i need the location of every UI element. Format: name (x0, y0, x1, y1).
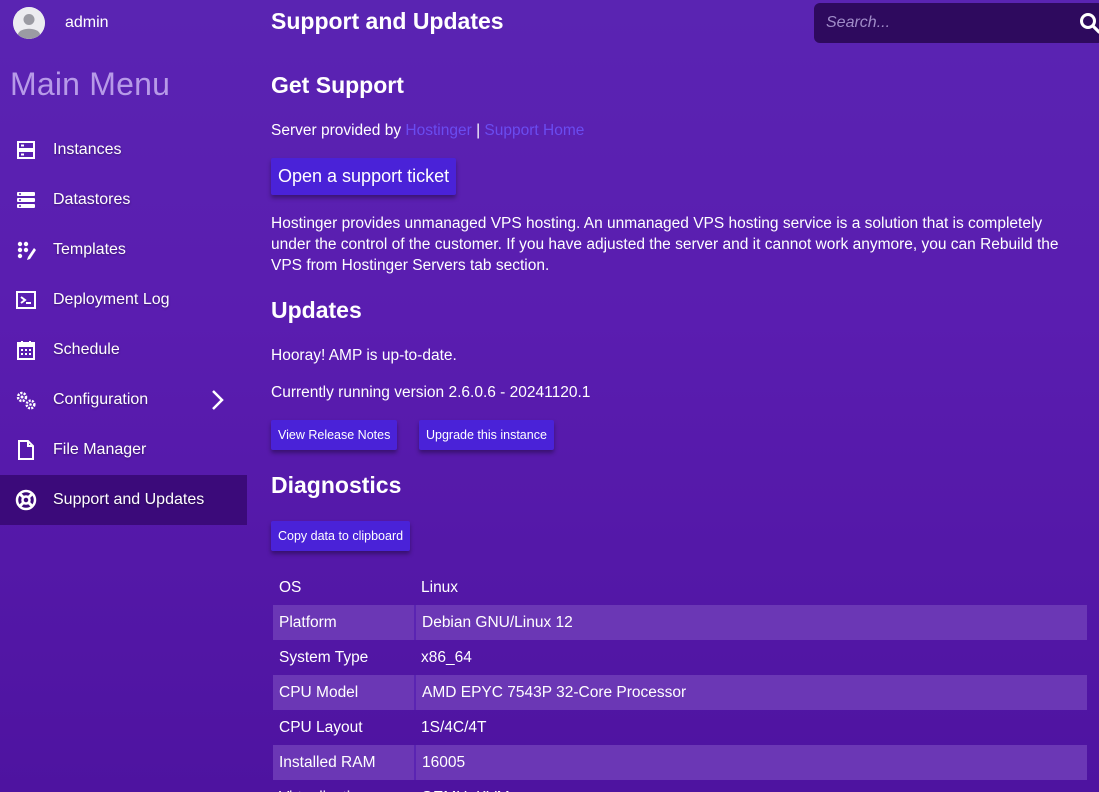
open-support-ticket-button[interactable]: Open a support ticket (271, 158, 457, 195)
diag-value: AMD EPYC 7543P 32-Core Processor (415, 675, 1087, 710)
user-avatar-icon (13, 7, 45, 39)
sidebar-item-label: Schedule (53, 341, 120, 358)
terminal-icon (15, 289, 37, 311)
diag-key: OS (279, 578, 302, 596)
calendar-icon (15, 339, 37, 361)
sidebar-item-label: Instances (53, 141, 122, 158)
sidebar-item-templates[interactable]: Templates (0, 225, 247, 275)
chevron-right-icon[interactable] (210, 389, 224, 416)
lifebuoy-icon (15, 489, 37, 511)
username: admin (65, 14, 109, 31)
table-row: System Type x86_64 (273, 640, 1087, 675)
table-row: Platform Debian GNU/Linux 12 (273, 605, 1087, 640)
sidebar-item-support-and-updates[interactable]: Support and Updates (0, 475, 247, 525)
diag-value: QEMU_KVM (415, 780, 1087, 792)
table-row: CPU Model AMD EPYC 7543P 32-Core Process… (273, 675, 1087, 710)
search-input[interactable] (826, 12, 1066, 34)
diag-key: Platform (273, 605, 416, 640)
table-row: Installed RAM 16005 (273, 745, 1087, 780)
diagnostics-heading: Diagnostics (271, 472, 402, 498)
server-provided-line: Server provided by Hostinger | Support H… (271, 120, 584, 141)
search-box (814, 3, 1099, 43)
diag-key: CPU Model (273, 675, 416, 710)
update-status: Hooray! AMP is up-to-date. (271, 347, 457, 364)
diag-value: 16005 (415, 745, 1087, 780)
version-info: Currently running version 2.6.0.6 - 2024… (271, 384, 591, 401)
hostinger-link[interactable]: Hostinger (405, 122, 471, 139)
provided-by-label: Server provided by (271, 122, 402, 139)
server-icon (15, 139, 37, 161)
sidebar-item-deployment-log[interactable]: Deployment Log (0, 275, 247, 325)
sidebar-item-schedule[interactable]: Schedule (0, 325, 247, 375)
sidebar-item-label: Support and Updates (53, 491, 205, 508)
updates-heading: Updates (271, 297, 362, 323)
user-info[interactable]: admin (13, 6, 109, 40)
sidebar-item-instances[interactable]: Instances (0, 125, 247, 175)
sidebar-item-label: Configuration (53, 391, 149, 408)
page-title: Support and Updates (271, 8, 504, 34)
sidebar: admin Main Menu Instances Datastores Tem… (0, 0, 247, 792)
diag-value: 1S/4C/4T (421, 718, 487, 736)
sidebar-item-label: Templates (53, 241, 126, 258)
database-icon (15, 189, 37, 211)
diag-key: CPU Layout (279, 718, 363, 736)
diag-key: System Type (279, 648, 369, 666)
diag-value: x86_64 (421, 648, 472, 666)
gears-icon (15, 389, 37, 411)
support-home-link[interactable]: Support Home (484, 122, 584, 139)
sidebar-item-configuration[interactable]: Configuration (0, 375, 247, 425)
diagnostics-table: OS Linux Platform Debian GNU/Linux 12 Sy… (273, 570, 1087, 792)
search-icon[interactable] (1079, 12, 1099, 39)
hosting-description: Hostinger provides unmanaged VPS hosting… (271, 215, 1059, 274)
templates-icon (15, 239, 37, 261)
main-menu: Instances Datastores Templates Deploymen… (0, 125, 247, 525)
view-release-notes-button[interactable]: View Release Notes (271, 420, 398, 450)
table-row: OS Linux (273, 570, 1087, 605)
table-row: CPU Layout 1S/4C/4T (273, 710, 1087, 745)
sidebar-item-label: File Manager (53, 441, 147, 458)
diag-value: Linux (421, 578, 459, 596)
sidebar-item-file-manager[interactable]: File Manager (0, 425, 247, 475)
menu-title: Main Menu (10, 66, 171, 102)
diag-key: Installed RAM (273, 745, 416, 780)
get-support-heading: Get Support (271, 72, 404, 98)
diag-key: Virtualization (273, 780, 415, 792)
diag-value: Debian GNU/Linux 12 (415, 605, 1087, 640)
copy-to-clipboard-button[interactable]: Copy data to clipboard (271, 521, 411, 551)
sidebar-item-datastores[interactable]: Datastores (0, 175, 247, 225)
file-icon (15, 439, 37, 461)
link-separator: | (476, 122, 481, 139)
table-row: Virtualization QEMU_KVM (273, 780, 1087, 792)
sidebar-item-label: Datastores (53, 191, 131, 208)
avatar[interactable] (13, 7, 45, 39)
upgrade-instance-button[interactable]: Upgrade this instance (419, 420, 554, 450)
sidebar-item-label: Deployment Log (53, 291, 170, 308)
